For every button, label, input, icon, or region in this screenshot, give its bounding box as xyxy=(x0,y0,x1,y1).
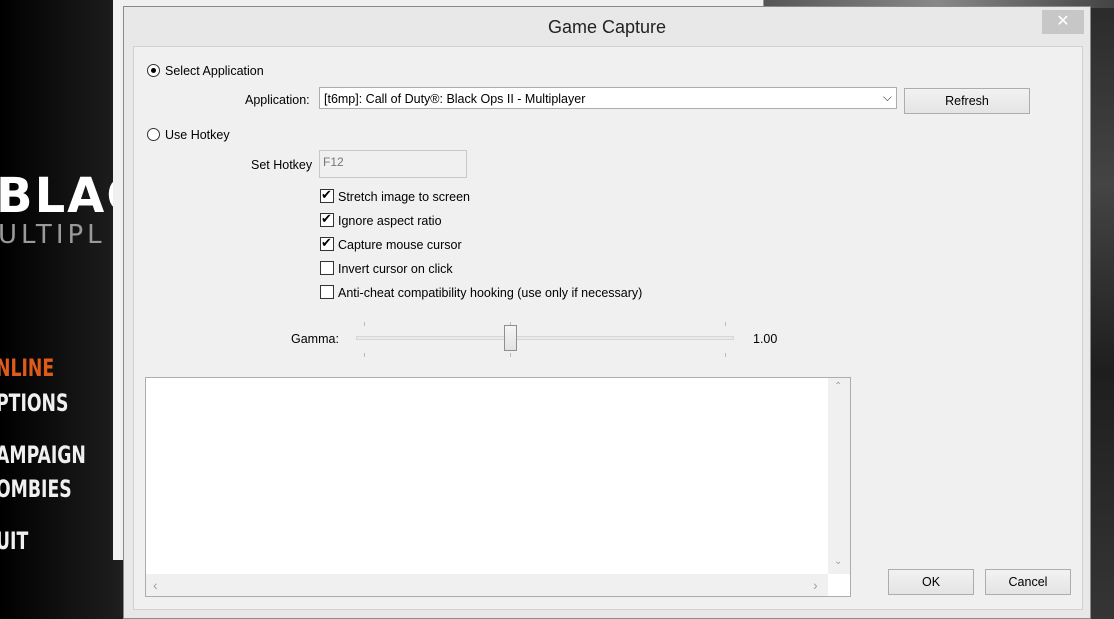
game-menu-options[interactable]: PTIONS xyxy=(0,389,68,417)
close-button[interactable]: ✕ xyxy=(1042,10,1084,34)
invert-cursor-label[interactable]: Invert cursor on click xyxy=(338,262,453,276)
gamma-slider-thumb[interactable] xyxy=(504,325,517,351)
radio-selected-dot xyxy=(151,68,156,73)
scroll-up-icon[interactable]: ⌃ xyxy=(834,381,842,392)
ignore-aspect-checkbox[interactable]: ✔ xyxy=(320,211,334,227)
horizontal-scrollbar[interactable]: ‹ › xyxy=(146,574,828,596)
dialog-title: Game Capture xyxy=(547,17,667,37)
checkmark-icon: ✔ xyxy=(321,235,332,250)
game-menu-online[interactable]: NLINE xyxy=(0,354,54,382)
invert-cursor-checkbox[interactable] xyxy=(320,261,334,275)
slider-tick xyxy=(510,353,511,357)
application-label: Application: xyxy=(245,93,310,107)
refresh-button[interactable]: Refresh xyxy=(904,88,1030,114)
game-menu-quit[interactable]: UIT xyxy=(0,527,28,555)
ignore-aspect-label[interactable]: Ignore aspect ratio xyxy=(338,214,442,228)
anti-cheat-checkbox[interactable] xyxy=(320,285,334,299)
slider-tick xyxy=(725,353,726,357)
anti-cheat-label[interactable]: Anti-cheat compatibility hooking (use on… xyxy=(338,286,642,300)
hotkey-input-value: F12 xyxy=(323,155,344,169)
capture-cursor-checkbox[interactable]: ✔ xyxy=(320,235,334,251)
slider-tick xyxy=(725,322,726,326)
dialog-titlebar[interactable]: Game Capture ✕ xyxy=(124,7,1090,47)
gamma-slider-track xyxy=(356,336,734,340)
chevron-down-icon: ⌵ xyxy=(882,90,892,104)
application-select-value: [t6mp]: Call of Duty®: Black Ops II - Mu… xyxy=(324,92,586,106)
slider-tick xyxy=(364,353,365,357)
cancel-button[interactable]: Cancel xyxy=(985,569,1071,595)
hotkey-input[interactable]: F12 xyxy=(319,150,467,178)
capture-cursor-label[interactable]: Capture mouse cursor xyxy=(338,238,462,252)
game-logo-subtitle: ULTIPL xyxy=(0,220,106,250)
screen: BLAC ULTIPL NLINE PTIONS AMPAIGN OMBIES … xyxy=(0,0,1114,619)
application-select[interactable]: [t6mp]: Call of Duty®: Black Ops II - Mu… xyxy=(319,87,897,109)
close-icon: ✕ xyxy=(1056,13,1070,30)
vertical-scrollbar[interactable]: ⌃ ⌄ xyxy=(828,378,850,574)
game-capture-dialog: Game Capture ✕ Select Application Applic… xyxy=(123,6,1091,619)
use-hotkey-label[interactable]: Use Hotkey xyxy=(165,128,230,142)
game-menu-zombies[interactable]: OMBIES xyxy=(0,475,72,503)
gamma-value: 1.00 xyxy=(753,332,778,346)
stretch-image-label[interactable]: Stretch image to screen xyxy=(338,190,470,204)
gamma-label: Gamma: xyxy=(291,332,339,346)
game-menu-campaign[interactable]: AMPAIGN xyxy=(0,441,86,469)
log-text-area[interactable]: ⌃ ⌄ ‹ › xyxy=(145,377,851,597)
checkmark-icon: ✔ xyxy=(321,211,332,226)
select-application-radio[interactable] xyxy=(147,64,160,77)
scroll-right-icon[interactable]: › xyxy=(813,577,818,593)
use-hotkey-radio[interactable] xyxy=(147,128,160,141)
checkmark-icon: ✔ xyxy=(321,187,332,202)
select-application-label[interactable]: Select Application xyxy=(165,64,264,78)
slider-tick xyxy=(364,322,365,326)
scroll-left-icon[interactable]: ‹ xyxy=(153,577,158,593)
scroll-down-icon[interactable]: ⌄ xyxy=(834,556,842,567)
dialog-client-area: Select Application Application: [t6mp]: … xyxy=(133,46,1083,610)
gamma-slider[interactable] xyxy=(356,319,734,359)
stretch-image-checkbox[interactable]: ✔ xyxy=(320,187,334,203)
ok-button[interactable]: OK xyxy=(888,569,974,595)
set-hotkey-label: Set Hotkey xyxy=(251,158,313,172)
